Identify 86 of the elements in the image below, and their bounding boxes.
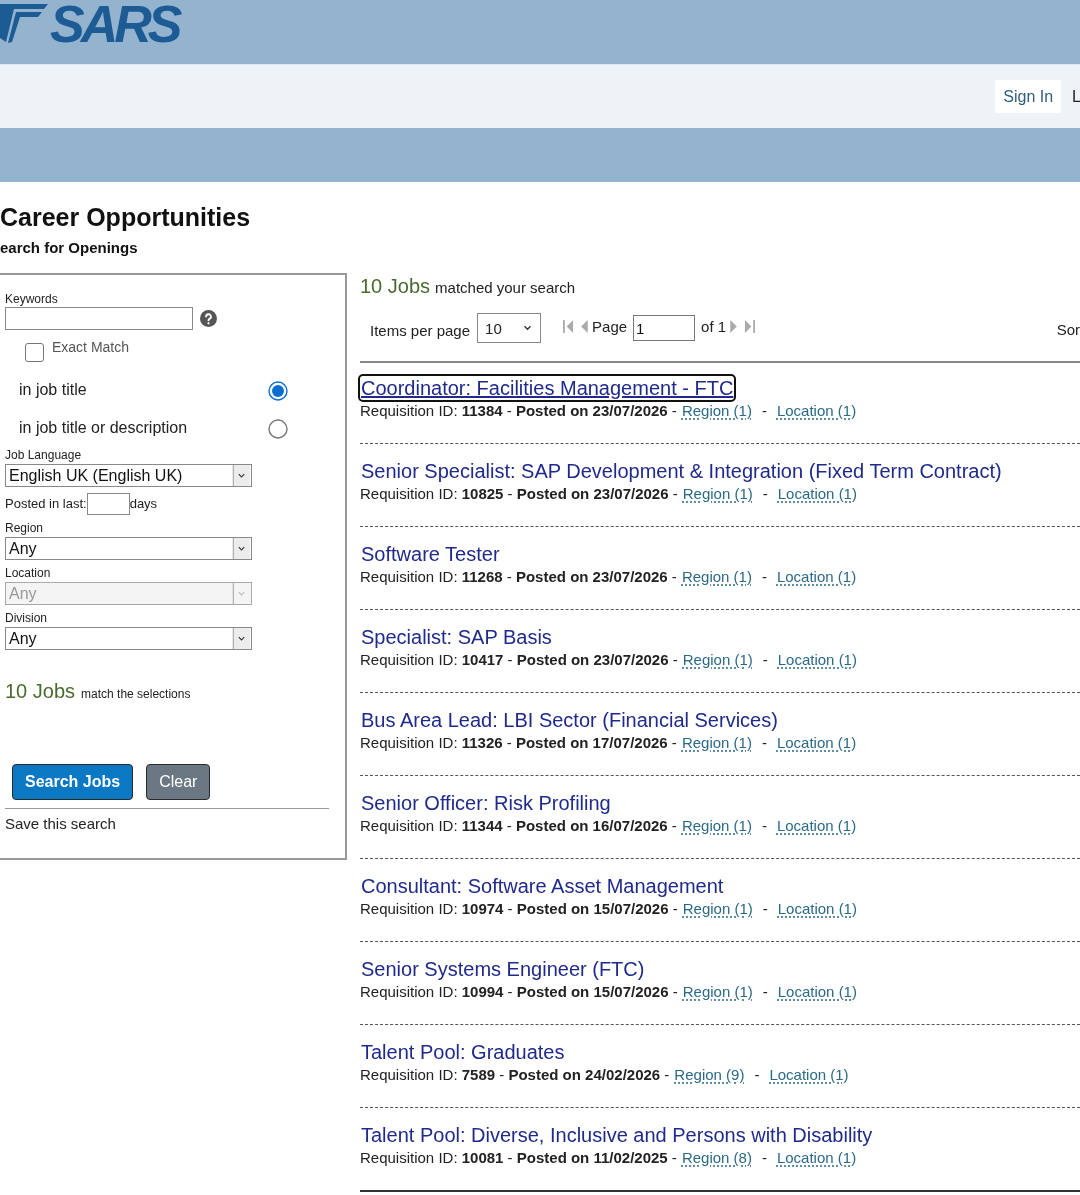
page-label: Page — [592, 317, 628, 335]
next-page-icon[interactable] — [730, 318, 739, 334]
job-title-link[interactable]: Talent Pool: Diverse, Inclusive and Persons with Disability — [360, 1123, 874, 1147]
job-meta: Requisition ID: 10417 - Posted on 23/07/2026 - Region (1) - Location (1) — [360, 650, 858, 670]
keywords-label: Keywords — [5, 292, 59, 306]
region-link[interactable]: Region (1) — [682, 900, 753, 917]
job-title-link[interactable]: Software Tester — [360, 542, 501, 566]
region-link[interactable]: Region (9) — [674, 1066, 745, 1083]
result-count: 10 Jobs — [360, 274, 431, 299]
filter-label: Region — [5, 521, 45, 535]
job-title-link[interactable]: Consultant: Software Asset Management — [360, 874, 725, 898]
match-count: 10 Jobs — [5, 679, 76, 704]
job-title-link[interactable]: Talent Pool: Graduates — [360, 1040, 566, 1064]
filter-label: Location — [5, 566, 52, 580]
last-page-icon[interactable] — [744, 318, 756, 334]
job-meta: Requisition ID: 10081 - Posted on 11/02/2025 - Region (8) - Location (1) — [360, 1148, 858, 1168]
job-title-link[interactable]: Coordinator: Facilities Management - FTC — [360, 376, 735, 400]
region-link[interactable]: Region (1) — [681, 402, 752, 419]
exact-match-checkbox[interactable] — [25, 343, 44, 362]
location-link[interactable]: Location (1) — [777, 485, 857, 502]
days-input[interactable] — [86, 493, 130, 515]
search-button[interactable]: Search Jobs — [12, 764, 134, 800]
region-link[interactable]: Region (1) — [681, 734, 752, 751]
match-text: match the selections — [81, 687, 191, 701]
location-link[interactable]: Location (1) — [769, 1066, 849, 1083]
region-link[interactable]: Region (1) — [681, 817, 752, 834]
chevron-down-icon — [232, 628, 251, 649]
page-total-label: of 1 — [701, 317, 727, 335]
location-link[interactable]: Location (1) — [776, 568, 857, 585]
help-icon[interactable] — [200, 310, 217, 327]
dropdown-select[interactable]: Any — [5, 627, 252, 650]
job-meta: Requisition ID: 11326 - Posted on 17/07/2026 - Region (1) - Location (1) — [360, 733, 858, 753]
job-meta: Requisition ID: 11344 - Posted on 16/07/2026 - Region (1) - Location (1) — [360, 816, 858, 836]
checkbox-label: Exact Match — [52, 339, 130, 355]
chevron-down-icon — [523, 325, 533, 331]
job-meta: Requisition ID: 10825 - Posted on 23/07/2026 - Region (1) - Location (1) — [360, 484, 858, 504]
location-link[interactable]: Location (1) — [776, 817, 857, 834]
filter-label: Job Language — [5, 448, 83, 462]
location-link[interactable]: Location (1) — [777, 900, 857, 917]
job-title-link[interactable]: Specialist: SAP Basis — [360, 625, 553, 649]
keywords-input[interactable] — [5, 307, 193, 330]
previous-page-icon[interactable] — [580, 318, 589, 334]
first-page-icon[interactable] — [563, 318, 575, 334]
radio-label: in job title or description — [19, 417, 189, 438]
page-input[interactable]: 1 — [633, 315, 696, 341]
region-link[interactable]: Region (8) — [681, 1149, 752, 1166]
logo-text[interactable]: SARS — [50, 1, 179, 47]
unit-label: days — [129, 496, 158, 512]
sort-label: Sor — [1056, 320, 1080, 338]
filter-label: Posted in last: — [5, 496, 87, 512]
clear-button[interactable]: Clear — [146, 764, 211, 800]
region-link[interactable]: Region (1) — [681, 568, 752, 585]
radio-button[interactable] — [268, 381, 288, 401]
dropdown-select[interactable]: Any — [5, 537, 252, 560]
chevron-down-icon — [232, 538, 251, 559]
job-title-link[interactable]: Senior Systems Engineer (FTC) — [360, 957, 646, 981]
chevron-down-icon — [232, 465, 251, 486]
page-title: Career Opportunities — [0, 202, 252, 232]
result-text: matched your search — [435, 279, 576, 296]
items-per-page-select[interactable]: 10 — [477, 313, 542, 343]
location-link[interactable]: Location (1) — [777, 983, 857, 1000]
job-meta: Requisition ID: 10994 - Posted on 15/07/2026 - Region (1) - Location (1) — [360, 982, 858, 1002]
location-link[interactable]: Location (1) — [776, 734, 857, 751]
region-link[interactable]: Region (1) — [682, 651, 753, 668]
radio-button[interactable] — [268, 419, 288, 439]
job-meta: Requisition ID: 10974 - Posted on 15/07/2026 - Region (1) - Location (1) — [360, 899, 858, 919]
region-link[interactable]: Region (1) — [682, 485, 753, 502]
page-subtitle: earch for Openings — [0, 238, 139, 258]
items-per-page-label: Items per page — [370, 321, 471, 339]
job-title-link[interactable]: Bus Area Lead: LBI Sector (Financial Services) — [360, 708, 779, 732]
location-link[interactable]: Location (1) — [776, 1149, 857, 1166]
job-title-link[interactable]: Senior Specialist: SAP Development & Integration (Fixed Term Contract) — [360, 459, 1003, 483]
location-link[interactable]: Location (1) — [776, 402, 857, 419]
job-meta: Requisition ID: 7589 - Posted on 24/02/2026 - Region (9) - Location (1) — [360, 1065, 850, 1085]
swoosh-icon — [0, 2, 50, 46]
job-meta: Requisition ID: 11268 - Posted on 23/07/2026 - Region (1) - Location (1) — [360, 567, 858, 587]
radio-label: in job title — [19, 379, 88, 400]
job-title-link[interactable]: Senior Officer: Risk Profiling — [360, 791, 612, 815]
location-link[interactable]: Location (1) — [777, 651, 857, 668]
filter-label: Division — [5, 611, 48, 625]
dropdown-select[interactable]: English UK (English UK) — [5, 464, 252, 487]
region-link[interactable]: Region (1) — [682, 983, 753, 1000]
sign-in-button[interactable]: Sign In — [995, 80, 1062, 113]
save-search-link[interactable]: Save this search — [5, 814, 345, 834]
job-meta: Requisition ID: 11384 - Posted on 23/07/2026 - Region (1) - Location (1) — [360, 401, 858, 421]
nav-link[interactable]: L — [1072, 87, 1080, 106]
